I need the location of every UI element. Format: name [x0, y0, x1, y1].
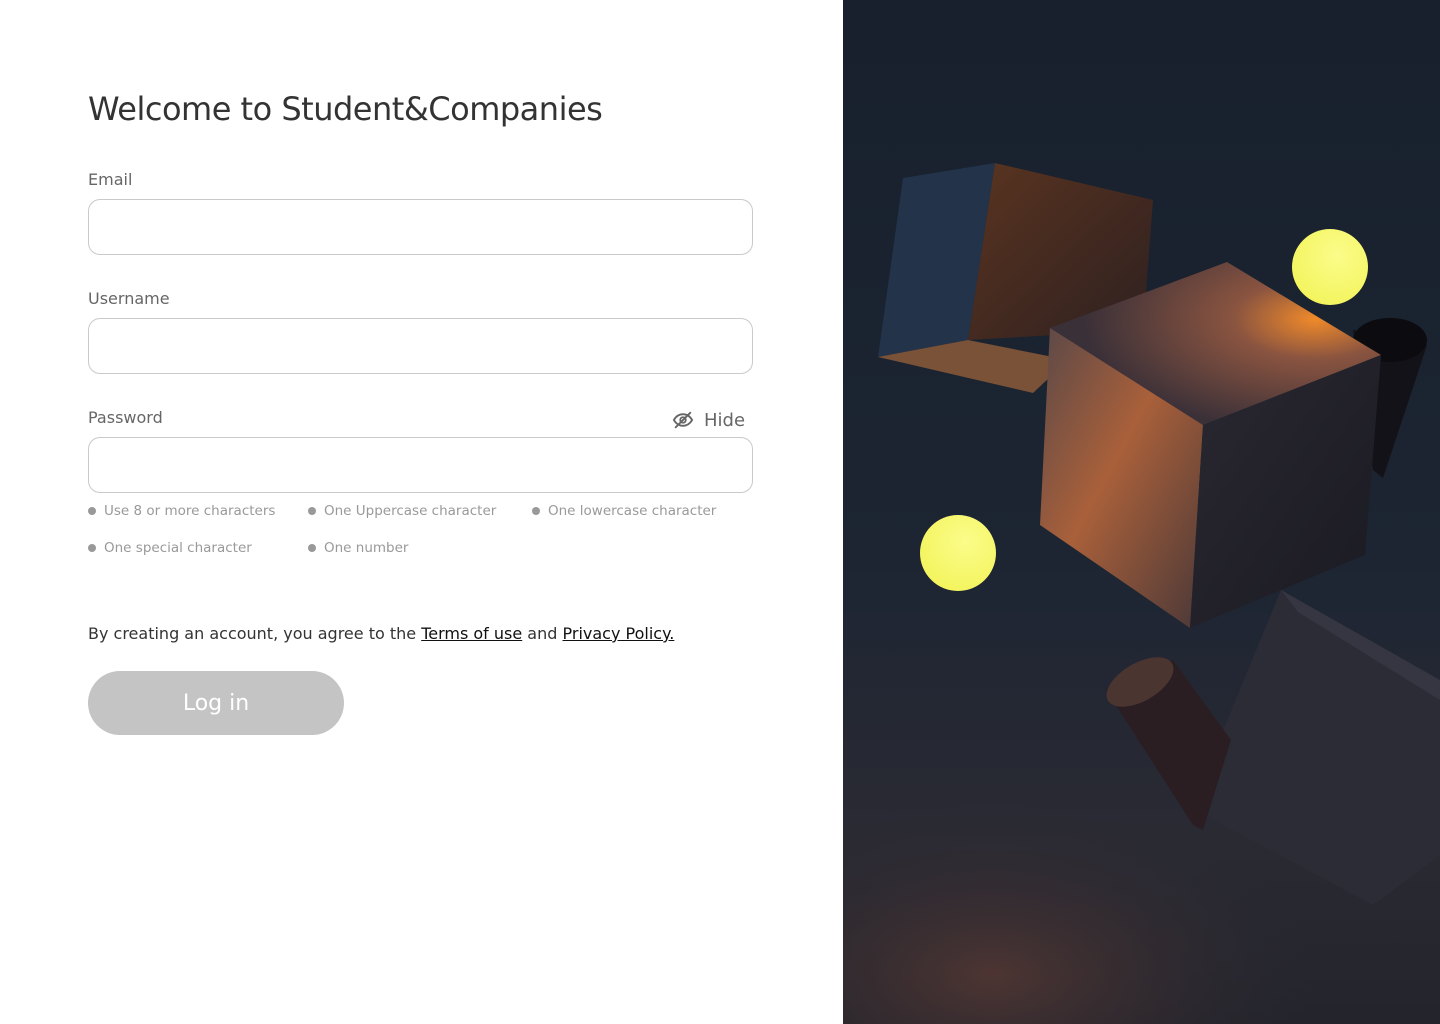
email-label: Email — [88, 170, 133, 189]
login-form-panel: Welcome to Student&Companies Email Usern… — [0, 0, 843, 1024]
terms-of-use-link[interactable]: Terms of use — [421, 624, 522, 643]
bullet-icon — [532, 507, 540, 515]
requirement-number: One number — [308, 540, 408, 556]
hero-illustration — [843, 0, 1440, 1024]
abstract-3d-shapes-illustration — [843, 0, 1440, 1024]
page-title: Welcome to Student&Companies — [88, 90, 603, 128]
agreement-prefix: By creating an account, you agree to the — [88, 624, 422, 643]
username-field[interactable] — [88, 318, 753, 374]
password-toggle-label: Hide — [704, 409, 746, 431]
log-in-button[interactable]: Log in — [88, 671, 344, 735]
username-label: Username — [88, 289, 170, 308]
yellow-sphere-upper — [1292, 229, 1368, 305]
eye-slash-icon — [672, 409, 694, 431]
password-field[interactable] — [88, 437, 753, 493]
privacy-policy-link[interactable]: Privacy Policy. — [563, 624, 675, 643]
requirement-special: One special character — [88, 540, 252, 556]
agreement-and: and — [522, 624, 563, 643]
password-requirements: Use 8 or more characters One Uppercase c… — [88, 500, 768, 570]
terms-agreement: By creating an account, you agree to the… — [88, 624, 674, 643]
requirement-uppercase: One Uppercase character — [308, 503, 496, 519]
bullet-icon — [88, 507, 96, 515]
yellow-sphere-lower — [920, 515, 996, 591]
email-field[interactable] — [88, 199, 753, 255]
requirement-lowercase: One lowercase character — [532, 503, 716, 519]
password-label: Password — [88, 408, 163, 427]
bullet-icon — [308, 507, 316, 515]
requirement-length: Use 8 or more characters — [88, 503, 275, 519]
password-visibility-toggle[interactable]: Hide — [672, 407, 745, 433]
bullet-icon — [308, 544, 316, 552]
bullet-icon — [88, 544, 96, 552]
